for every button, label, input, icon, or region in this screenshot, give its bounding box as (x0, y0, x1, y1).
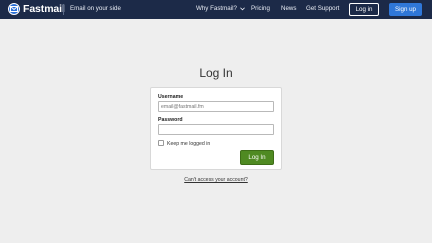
password-input[interactable] (158, 124, 274, 135)
logo-text: Fastmail (23, 3, 65, 15)
nav-why-fastmail-label: Why Fastmail? (196, 5, 237, 12)
password-label: Password (158, 117, 183, 123)
header-signup-button[interactable]: Sign up (389, 3, 422, 16)
login-submit-button[interactable]: Log In (240, 150, 274, 165)
login-form: Username Password Keep me logged in Log … (150, 87, 282, 170)
tagline: Email on your side (70, 5, 121, 12)
nav-why-fastmail[interactable]: Why Fastmail? (196, 5, 245, 12)
cant-access-account-link[interactable]: Can't access your account? (0, 177, 432, 183)
username-input[interactable] (158, 101, 274, 112)
page-title: Log In (199, 66, 233, 80)
nav-pricing[interactable]: Pricing (251, 5, 270, 12)
fastmail-logo-icon (8, 3, 20, 15)
nav-get-support[interactable]: Get Support (306, 5, 339, 12)
header-login-button[interactable]: Log in (349, 3, 379, 16)
keep-logged-in-label[interactable]: Keep me logged in (167, 141, 210, 147)
username-label: Username (158, 94, 184, 100)
fastmail-logo[interactable]: Fastmail (8, 3, 65, 15)
chevron-down-icon (240, 6, 245, 10)
keep-logged-in-checkbox[interactable] (158, 140, 164, 146)
nav-news[interactable]: News (281, 5, 296, 12)
logo-divider (63, 4, 64, 15)
top-nav-bar: Fastmail Email on your side Why Fastmail… (0, 0, 432, 19)
